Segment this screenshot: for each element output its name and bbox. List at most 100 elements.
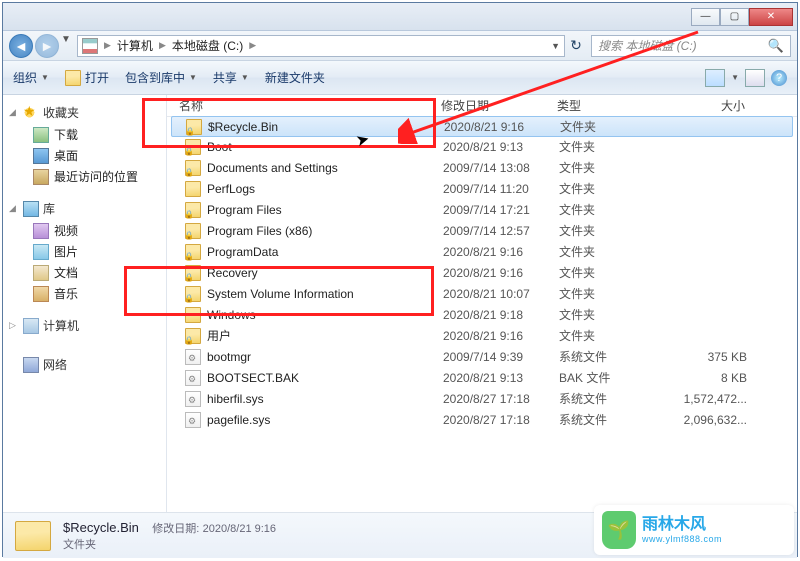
file-size: 1,572,472... — [679, 392, 759, 406]
file-row[interactable]: Boot2020/8/21 9:13文件夹 — [167, 136, 797, 157]
forward-button[interactable]: ► — [35, 34, 59, 58]
file-date: 2020/8/21 9:16 — [444, 120, 560, 134]
file-date: 2020/8/27 17:18 — [443, 413, 559, 427]
col-size[interactable]: 大小 — [677, 97, 757, 114]
file-name: PerfLogs — [207, 182, 255, 196]
tree-computer[interactable]: ▷ 计算机 — [5, 314, 164, 337]
tree-item-downloads[interactable]: 下载 — [3, 124, 166, 145]
file-type: 文件夹 — [559, 285, 679, 302]
maximize-button[interactable]: ▢ — [720, 8, 749, 26]
share-menu[interactable]: 共享 ▼ — [213, 69, 249, 86]
file-row[interactable]: Program Files (x86)2009/7/14 12:57文件夹 — [167, 220, 797, 241]
computer-icon — [23, 318, 39, 334]
breadcrumb-item[interactable]: 计算机 — [117, 37, 153, 54]
file-type: 文件夹 — [559, 243, 679, 260]
column-headers: 名称 修改日期 类型 大小 — [167, 95, 797, 117]
file-type: 系统文件 — [559, 411, 679, 428]
file-row[interactable]: Windows2020/8/21 9:18文件夹 — [167, 304, 797, 325]
history-dropdown[interactable]: ▼ — [61, 34, 73, 58]
file-date: 2009/7/14 12:57 — [443, 224, 559, 238]
file-name: ProgramData — [207, 245, 278, 259]
tree-libraries[interactable]: ◢ 库 — [3, 197, 166, 220]
file-name: bootmgr — [207, 350, 251, 364]
file-list: 名称 修改日期 类型 大小 $Recycle.Bin 2020/8/21 9:16… — [167, 95, 797, 512]
file-date: 2020/8/21 9:18 — [443, 308, 559, 322]
file-date: 2020/8/21 9:13 — [443, 140, 559, 154]
view-dropdown[interactable]: ▼ — [731, 73, 739, 82]
file-row[interactable]: BOOTSECT.BAK2020/8/21 9:13BAK 文件8 KB — [167, 367, 797, 388]
tree-favorites[interactable]: ◢ 收藏夹 — [3, 101, 166, 124]
breadcrumb-dropdown[interactable]: ▼ — [551, 41, 560, 51]
help-button[interactable]: ? — [771, 70, 787, 86]
file-type: BAK 文件 — [559, 369, 679, 386]
close-button[interactable]: ✕ — [749, 8, 793, 26]
file-date: 2020/8/21 10:07 — [443, 287, 559, 301]
file-row[interactable]: Recovery 2020/8/21 9:16文件夹 — [167, 262, 797, 283]
back-button[interactable]: ◄ — [9, 34, 33, 58]
file-type: 系统文件 — [559, 348, 679, 365]
file-name: $Recycle.Bin — [208, 120, 278, 134]
tree-network[interactable]: 网络 — [3, 353, 166, 376]
toolbar: 组织 ▼ 打开 包含到库中 ▼ 共享 ▼ 新建文件夹 ▼ ? — [3, 61, 797, 95]
file-date: 2020/8/21 9:16 — [443, 266, 559, 280]
file-date: 2009/7/14 11:20 — [443, 182, 559, 196]
tree-item-recent[interactable]: 最近访问的位置 — [3, 166, 166, 187]
file-row[interactable]: Documents and Settings2009/7/14 13:08文件夹 — [167, 157, 797, 178]
file-size: 375 KB — [679, 350, 759, 364]
file-row[interactable]: 用户2020/8/21 9:16文件夹 — [167, 325, 797, 346]
file-name: Recovery — [207, 266, 258, 280]
navbar: ◄ ► ▼ ▶ 计算机 ▶ 本地磁盘 (C:) ▶ ▼ ↻ 搜索 本地磁盘 (C… — [3, 31, 797, 61]
view-options-button[interactable] — [705, 69, 725, 87]
status-name: $Recycle.Bin — [63, 520, 139, 535]
refresh-button[interactable]: ↻ — [565, 35, 587, 57]
breadcrumb[interactable]: ▶ 计算机 ▶ 本地磁盘 (C:) ▶ ▼ — [77, 35, 565, 57]
search-icon: 🔍 — [768, 38, 784, 54]
folder-icon — [185, 286, 201, 302]
minimize-button[interactable]: — — [691, 8, 720, 26]
col-date[interactable]: 修改日期 — [441, 97, 557, 114]
file-icon — [185, 391, 201, 407]
file-row[interactable]: ProgramData2020/8/21 9:16文件夹 — [167, 241, 797, 262]
folder-icon — [186, 119, 202, 135]
include-menu[interactable]: 包含到库中 ▼ — [125, 69, 197, 86]
tree-item-documents[interactable]: 文档 — [3, 262, 166, 283]
music-icon — [33, 286, 49, 302]
expand-icon: ▷ — [9, 320, 19, 331]
watermark-shield-icon: 🌱 — [602, 511, 636, 549]
network-icon — [23, 357, 39, 373]
tree-item-pictures[interactable]: 图片 — [3, 241, 166, 262]
file-row[interactable]: PerfLogs 2009/7/14 11:20文件夹 — [167, 178, 797, 199]
tree-item-music[interactable]: 音乐 — [3, 283, 166, 304]
explorer-window: — ▢ ✕ ◄ ► ▼ ▶ 计算机 ▶ 本地磁盘 (C:) ▶ ▼ ↻ 搜索 本… — [2, 2, 798, 557]
file-date: 2009/7/14 9:39 — [443, 350, 559, 364]
file-row[interactable]: System Volume Information 2020/8/21 10:07… — [167, 283, 797, 304]
open-button[interactable]: 打开 — [65, 69, 109, 86]
file-row[interactable]: pagefile.sys2020/8/27 17:18系统文件2,096,632… — [167, 409, 797, 430]
preview-pane-button[interactable] — [745, 69, 765, 87]
col-type[interactable]: 类型 — [557, 97, 677, 114]
file-type: 文件夹 — [559, 264, 679, 281]
col-name[interactable]: 名称 — [179, 97, 441, 114]
organize-menu[interactable]: 组织 ▼ — [13, 69, 49, 86]
tree-item-desktop[interactable]: 桌面 — [3, 145, 166, 166]
chevron-right-icon: ▶ — [249, 40, 256, 51]
file-type: 文件夹 — [559, 180, 679, 197]
new-folder-button[interactable]: 新建文件夹 — [265, 69, 325, 86]
file-row[interactable]: bootmgr 2009/7/14 9:39系统文件375 KB — [167, 346, 797, 367]
collapse-icon: ◢ — [9, 203, 19, 214]
file-row[interactable]: Program Files2009/7/14 17:21文件夹 — [167, 199, 797, 220]
file-name: System Volume Information — [207, 287, 354, 301]
search-input[interactable]: 搜索 本地磁盘 (C:) 🔍 — [591, 35, 791, 57]
folder-icon — [185, 202, 201, 218]
file-row[interactable]: hiberfil.sys2020/8/27 17:18系统文件1,572,472… — [167, 388, 797, 409]
file-date: 2020/8/21 9:13 — [443, 371, 559, 385]
folder-icon — [185, 328, 201, 344]
search-placeholder: 搜索 本地磁盘 (C:) — [598, 37, 697, 54]
star-icon — [23, 105, 39, 121]
file-name: hiberfil.sys — [207, 392, 264, 406]
tree-item-videos[interactable]: 视频 — [3, 220, 166, 241]
file-row[interactable]: $Recycle.Bin2020/8/21 9:16文件夹 — [171, 116, 793, 137]
breadcrumb-item[interactable]: 本地磁盘 (C:) — [172, 37, 243, 54]
file-name: Windows — [207, 308, 256, 322]
file-name: Program Files — [207, 203, 282, 217]
